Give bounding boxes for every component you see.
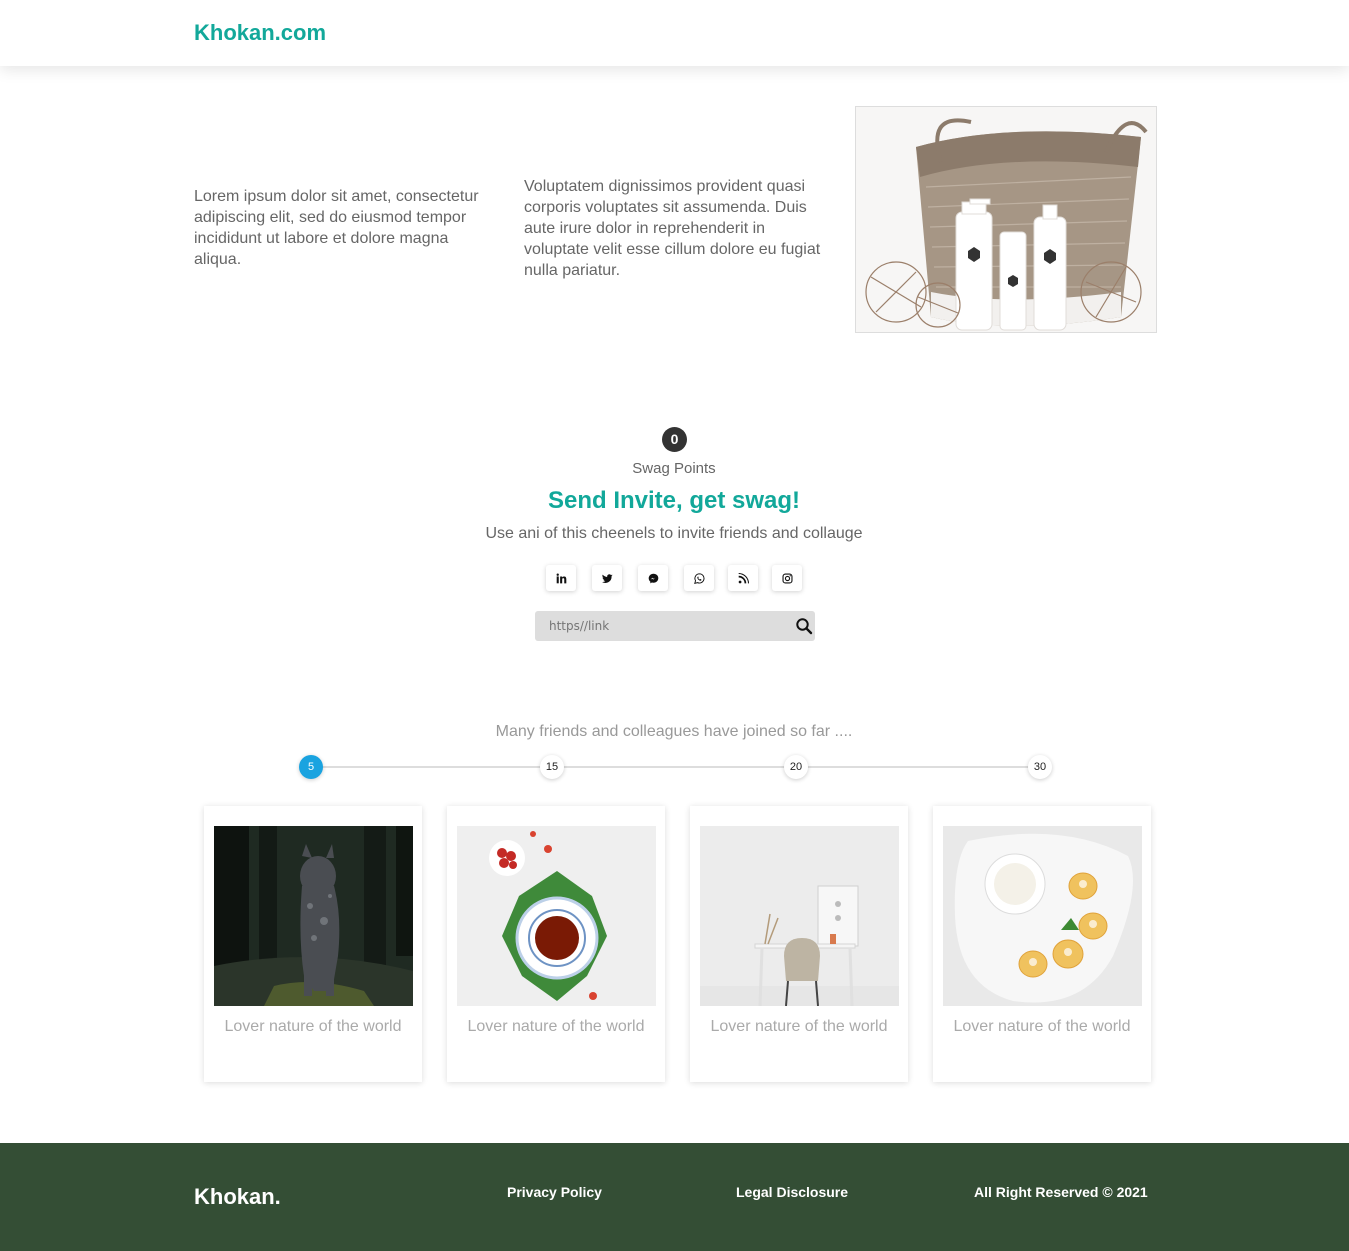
privacy-policy-link[interactable]: Privacy Policy [507,1184,602,1200]
progress-step-15: 15 [540,755,564,779]
invite-link-box [535,611,815,641]
card-item[interactable]: Lover nature of the world [447,806,665,1082]
card-image-desk [700,826,899,1006]
swag-points-badge: 0 [662,427,687,452]
card-caption: Lover nature of the world [467,1018,645,1035]
linkedin-button[interactable] [546,565,576,591]
card-image-cookies [943,826,1142,1006]
card-caption: Lover nature of the world [710,1018,888,1035]
progress-track [311,766,1040,768]
brand-logo-link[interactable]: Khokan.com [194,20,326,46]
hero-product-image [855,106,1157,333]
invite-title: Send Invite, get swag! [547,487,801,514]
card-item[interactable]: Lover nature of the world [933,806,1151,1082]
twitter-button[interactable] [592,565,622,591]
whatsapp-icon [693,572,704,584]
messenger-icon [648,573,658,583]
invite-link-input[interactable] [549,611,779,641]
card-item[interactable]: Lover nature of the world [690,806,908,1082]
joined-text: Many friends and colleagues have joined … [495,723,853,740]
card-image-dog [214,826,413,1006]
progress-step-5: 5 [299,755,323,779]
invite-subtitle: Use ani of this cheenels to invite frien… [485,525,863,542]
rss-button[interactable] [728,565,758,591]
card-caption: Lover nature of the world [953,1018,1131,1035]
instagram-button[interactable] [772,565,802,591]
progress-step-30: 30 [1028,755,1052,779]
swag-points-label: Swag Points [632,460,716,477]
hero-text-left: Lorem ipsum dolor sit amet, consectetur … [194,188,479,268]
legal-disclosure-link[interactable]: Legal Disclosure [736,1184,848,1200]
copyright-text: All Right Reserved © 2021 [974,1184,1148,1200]
card-caption: Lover nature of the world [224,1018,402,1035]
instagram-icon [781,572,793,584]
rss-icon [738,572,749,583]
progress-step-20: 20 [784,755,808,779]
site-footer: Khokan. Privacy Policy Legal Disclosure … [0,1143,1349,1251]
messenger-button[interactable] [638,565,668,591]
site-header: Khokan.com [0,0,1349,66]
hero-text-right: Voluptatem dignissimos provident quasi c… [524,178,821,279]
search-icon[interactable] [795,617,813,635]
whatsapp-button[interactable] [684,565,714,591]
linkedin-icon [556,573,566,583]
footer-brand: Khokan. [194,1184,281,1209]
card-image-tea [457,826,656,1006]
card-item[interactable]: Lover nature of the world [204,806,422,1082]
twitter-icon [601,573,613,583]
